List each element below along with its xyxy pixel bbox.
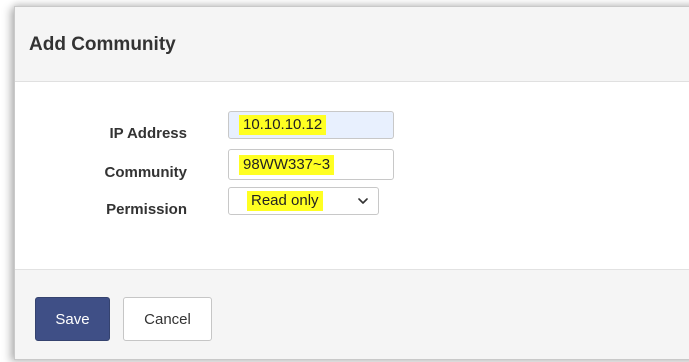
community-input[interactable]: 98WW337~3	[228, 149, 394, 180]
save-button[interactable]: Save	[35, 297, 110, 341]
ip-address-input[interactable]: 10.10.10.12	[228, 111, 394, 139]
permission-row: Permission Read only	[15, 187, 689, 218]
dialog-header: Add Community	[15, 7, 689, 82]
community-row: Community 98WW337~3	[15, 149, 689, 181]
dialog-footer: Save Cancel	[15, 269, 689, 359]
screenshot-stage: Add Community IP Address 10.10.10.12 Com…	[0, 0, 689, 362]
dialog-title: Add Community	[29, 34, 176, 55]
ip-address-row: IP Address 10.10.10.12	[15, 111, 689, 142]
ip-address-value: 10.10.10.12	[239, 115, 327, 135]
ip-address-label: IP Address	[109, 125, 187, 142]
permission-selected-value: Read only	[247, 191, 323, 211]
community-value: 98WW337~3	[239, 154, 335, 175]
cancel-button[interactable]: Cancel	[123, 297, 212, 341]
community-label: Community	[104, 164, 188, 181]
chevron-down-icon	[358, 198, 368, 204]
permission-label: Permission	[106, 201, 187, 218]
permission-select[interactable]: Read only	[228, 187, 379, 215]
add-community-dialog: Add Community IP Address 10.10.10.12 Com…	[14, 6, 689, 360]
